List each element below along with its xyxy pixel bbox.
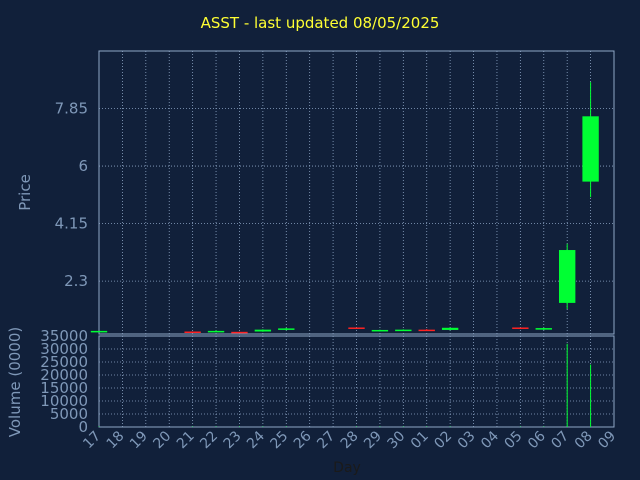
x-tick-label: 27 <box>314 428 338 452</box>
x-tick-label: 08 <box>572 428 596 452</box>
x-tick-label: 09 <box>595 428 619 452</box>
x-tick-label: 01 <box>408 428 432 452</box>
candle-body <box>254 329 272 332</box>
price-y-tick-label: 7.85 <box>55 100 88 118</box>
x-axis-label: Day <box>333 460 361 476</box>
candle-body <box>582 116 599 182</box>
x-tick-label: 20 <box>150 428 174 452</box>
x-tick-label: 05 <box>502 428 526 452</box>
candle-body <box>535 328 552 330</box>
x-tick-label: 26 <box>291 428 315 452</box>
x-tick-label: 21 <box>174 428 198 452</box>
x-tick-label: 25 <box>267 428 291 452</box>
candle-body <box>441 327 459 330</box>
candle-body <box>558 250 576 303</box>
x-tick-label: 28 <box>338 428 362 452</box>
price-y-tick-label: 2.3 <box>64 272 88 290</box>
candle-body <box>90 330 108 333</box>
candle-body <box>395 329 412 332</box>
x-tick-label: 02 <box>431 428 455 452</box>
x-tick-label: 29 <box>361 428 385 452</box>
chart-root: 17 18 19 20 21 22 23 24 25 26 27 28 29 30 01 02 03 04 05 06… <box>0 0 640 480</box>
price-y-tick-label: 6 <box>78 157 88 175</box>
x-tick-label: 06 <box>525 428 549 452</box>
x-tick-label: 18 <box>104 428 128 452</box>
x-tick-label: 24 <box>244 428 268 452</box>
chart-title: ASST - last updated 08/05/2025 <box>200 14 440 32</box>
x-tick-label: 19 <box>127 428 151 452</box>
candle-body <box>512 327 529 329</box>
price-y-axis-label: Price <box>16 174 34 211</box>
candle-body <box>231 331 248 334</box>
candle-body <box>418 329 435 332</box>
candle-body <box>184 331 201 334</box>
x-tick-label: 23 <box>221 428 245 452</box>
volume-y-tick-label: 35000 <box>40 327 88 345</box>
x-tick-label: 07 <box>548 428 572 452</box>
x-tick-label: 22 <box>197 428 221 452</box>
price-y-tick-label: 4.15 <box>55 215 88 233</box>
x-tick-label: 30 <box>385 428 409 452</box>
chart-svg: 17 18 19 20 21 22 23 24 25 26 27 28 29 30 01 02 03 04 05 06… <box>6 50 619 476</box>
x-tick-label: 03 <box>455 428 479 452</box>
candle-body <box>348 327 365 329</box>
candle-body <box>207 330 225 333</box>
x-tick-label: 04 <box>478 428 502 452</box>
volume-y-axis-label: Volume (0000) <box>6 327 24 437</box>
candle-body <box>371 329 389 332</box>
candle-body <box>278 328 295 330</box>
